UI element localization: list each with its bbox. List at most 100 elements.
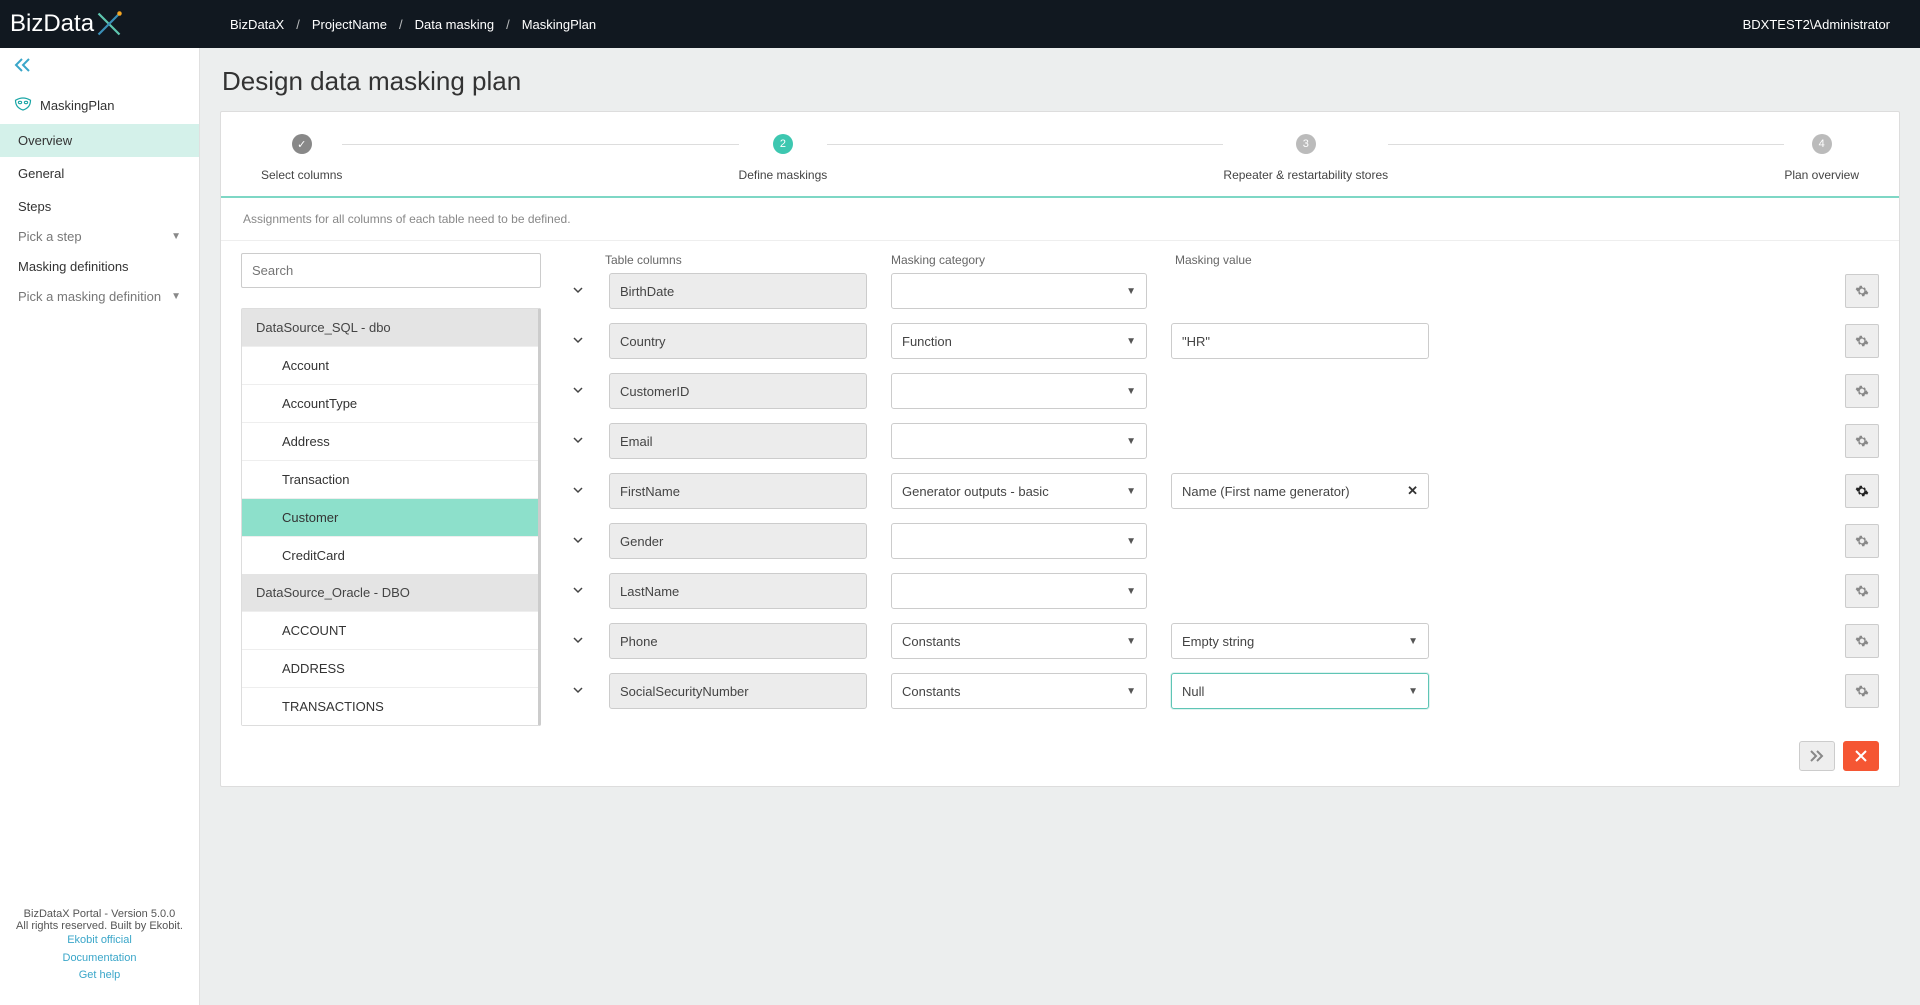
row-settings-button[interactable] (1845, 674, 1879, 708)
category-dropdown[interactable]: ▼ (891, 423, 1147, 459)
breadcrumb-item[interactable]: BizDataX (230, 17, 284, 32)
page-title: Design data masking plan (200, 48, 1920, 111)
sidebar-steps-select[interactable]: Pick a step ▼ (0, 223, 199, 250)
sidebar-nav-general[interactable]: General (0, 157, 199, 190)
category-dropdown[interactable]: Generator outputs - basic▼ (891, 473, 1147, 509)
category-dropdown[interactable]: ▼ (891, 523, 1147, 559)
expand-toggle[interactable] (571, 535, 585, 548)
row-settings-button[interactable] (1845, 274, 1879, 308)
masking-row: CountryFunction▼"HR" (571, 323, 1879, 359)
expand-toggle[interactable] (571, 585, 585, 598)
row-settings-button[interactable] (1845, 424, 1879, 458)
gear-icon (1855, 384, 1869, 398)
user-info[interactable]: BDXTEST2\Administrator (1743, 17, 1920, 32)
category-dropdown[interactable]: Constants▼ (891, 623, 1147, 659)
value-input[interactable]: "HR" (1171, 323, 1429, 359)
next-button[interactable] (1799, 741, 1835, 771)
tree-item[interactable]: Account (242, 346, 538, 384)
breadcrumb-item[interactable]: Data masking (415, 17, 494, 32)
step-3[interactable]: 3 Repeater & restartability stores (1223, 134, 1388, 182)
search-input[interactable] (241, 253, 541, 288)
chevron-down-icon (573, 485, 583, 495)
step-line (1388, 144, 1784, 145)
tree-item[interactable]: ACCOUNT (242, 611, 538, 649)
expand-toggle[interactable] (571, 435, 585, 448)
logo-x-icon (94, 9, 124, 39)
expand-toggle[interactable] (571, 635, 585, 648)
row-settings-button[interactable] (1845, 624, 1879, 658)
close-icon (1855, 750, 1867, 762)
wizard-card: ✓ Select columns 2 Define maskings 3 Rep… (220, 111, 1900, 787)
gear-icon (1855, 434, 1869, 448)
gear-icon (1855, 684, 1869, 698)
masking-row: SocialSecurityNumberConstants▼Null▼ (571, 673, 1879, 709)
value-dropdown[interactable]: Null▼ (1171, 673, 1429, 709)
value-dropdown[interactable]: Empty string▼ (1171, 623, 1429, 659)
value-input[interactable]: Name (First name generator)✕ (1171, 473, 1429, 509)
row-settings-button[interactable] (1845, 324, 1879, 358)
footer-rights: All rights reserved. Built by Ekobit. (6, 920, 193, 932)
chevron-down-icon: ▼ (1126, 686, 1136, 697)
stepper: ✓ Select columns 2 Define maskings 3 Rep… (221, 112, 1899, 196)
tree-item[interactable]: Address (242, 422, 538, 460)
step-label: Select columns (261, 168, 342, 182)
step-4[interactable]: 4 Plan overview (1784, 134, 1859, 182)
category-dropdown[interactable]: Constants▼ (891, 673, 1147, 709)
masking-row: FirstNameGenerator outputs - basic▼Name … (571, 473, 1879, 509)
content-area: DataSource_SQL - dboAccountAccountTypeAd… (221, 241, 1899, 786)
row-settings-button[interactable] (1845, 524, 1879, 558)
expand-toggle[interactable] (571, 485, 585, 498)
category-dropdown[interactable]: Function▼ (891, 323, 1147, 359)
step-label: Define maskings (739, 168, 828, 182)
masking-row: CustomerID▼ (571, 373, 1879, 409)
category-dropdown[interactable]: ▼ (891, 573, 1147, 609)
columns-header: Table columns Masking category Masking v… (571, 253, 1879, 273)
step-circle: ✓ (292, 134, 312, 154)
step-1[interactable]: ✓ Select columns (261, 134, 342, 182)
logo-text: BizData (10, 10, 94, 38)
footer-link-help[interactable]: Get help (6, 967, 193, 985)
step-2[interactable]: 2 Define maskings (739, 134, 828, 182)
tree-group[interactable]: DataSource_SQL - dbo (242, 309, 538, 346)
expand-toggle[interactable] (571, 385, 585, 398)
expand-toggle[interactable] (571, 285, 585, 298)
sidebar-defs-select[interactable]: Pick a masking definition ▼ (0, 283, 199, 310)
chevron-down-icon (573, 435, 583, 445)
logo[interactable]: BizData (0, 0, 200, 48)
chevron-down-icon (573, 385, 583, 395)
row-settings-button[interactable] (1845, 474, 1879, 508)
dropdown-value: Constants (902, 684, 1126, 699)
tree-item[interactable]: ADDRESS (242, 649, 538, 687)
bottom-actions (1799, 741, 1879, 771)
category-dropdown[interactable]: ▼ (891, 373, 1147, 409)
tree-item[interactable]: CreditCard (242, 536, 538, 574)
expand-toggle[interactable] (571, 685, 585, 698)
tree-group[interactable]: DataSource_Oracle - DBO (242, 574, 538, 611)
breadcrumb-item[interactable]: ProjectName (312, 17, 387, 32)
dropdown-value: Constants (902, 634, 1126, 649)
row-settings-button[interactable] (1845, 374, 1879, 408)
category-dropdown[interactable]: ▼ (891, 273, 1147, 309)
chevron-down-icon: ▼ (1126, 286, 1136, 297)
tree-item[interactable]: TRANSACTIONS (242, 687, 538, 725)
breadcrumb-item[interactable]: MaskingPlan (522, 17, 596, 32)
column-name: BirthDate (609, 273, 867, 309)
tree-item[interactable]: Transaction (242, 460, 538, 498)
footer-link-docs[interactable]: Documentation (6, 950, 193, 968)
clear-icon[interactable]: ✕ (1403, 483, 1422, 499)
row-settings-button[interactable] (1845, 574, 1879, 608)
sidebar-collapse-button[interactable] (0, 48, 199, 87)
tree-item[interactable]: Customer (242, 498, 538, 536)
gear-icon (1855, 634, 1869, 648)
step-label: Repeater & restartability stores (1223, 168, 1388, 182)
gear-icon (1855, 534, 1869, 548)
tree-item[interactable]: AccountType (242, 384, 538, 422)
chevron-down-icon (573, 285, 583, 295)
breadcrumb-sep: / (296, 17, 300, 32)
close-button[interactable] (1843, 741, 1879, 771)
column-name: LastName (609, 573, 867, 609)
sidebar-nav-overview[interactable]: Overview (0, 124, 199, 157)
expand-toggle[interactable] (571, 335, 585, 348)
footer-link-ekobit[interactable]: Ekobit official (6, 932, 193, 950)
chevron-down-icon: ▼ (1126, 586, 1136, 597)
